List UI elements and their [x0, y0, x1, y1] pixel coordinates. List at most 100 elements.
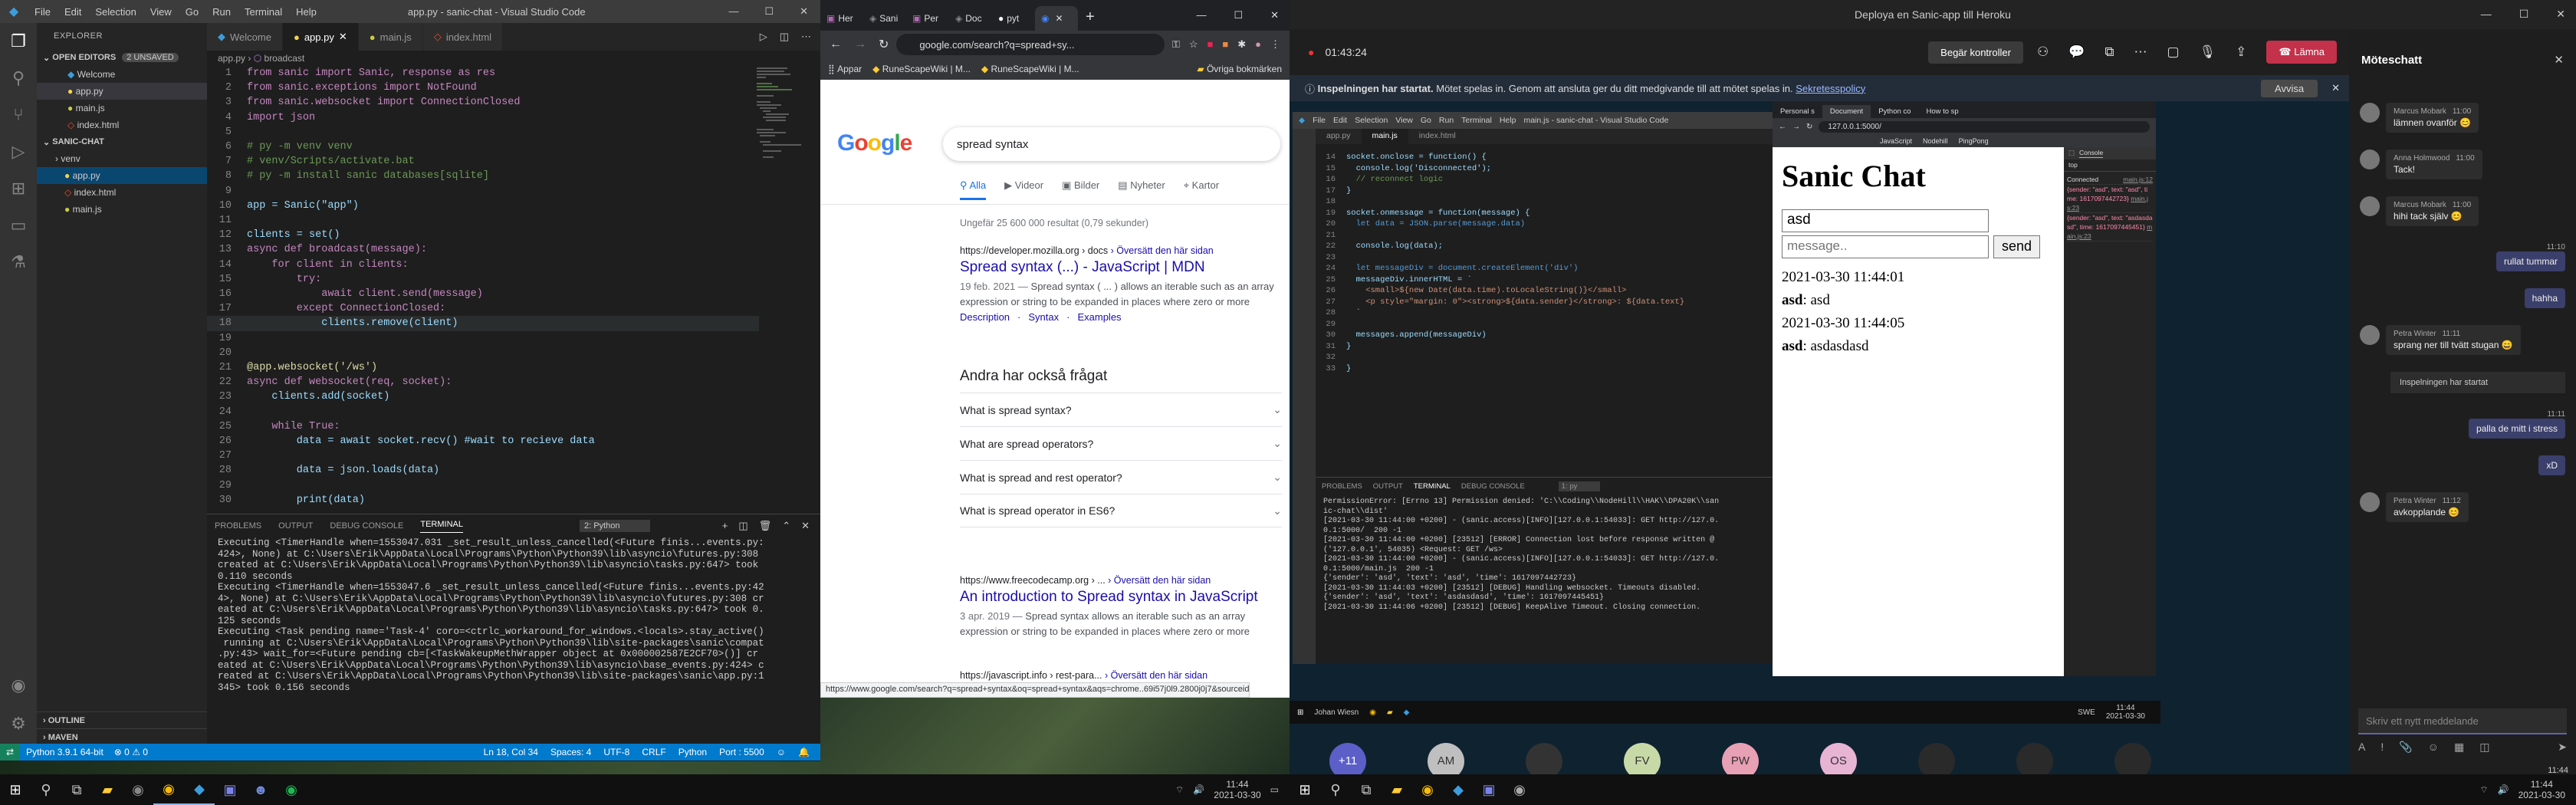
trash-icon[interactable]: 🗑 — [759, 520, 772, 532]
dismiss-button[interactable]: Avvisa — [2261, 79, 2318, 97]
new-tab-icon[interactable]: + — [1086, 8, 1095, 26]
chat-message[interactable]: 11:11 palla de mitt i stress — [2360, 410, 2565, 439]
open-editor-item[interactable]: ● app.py — [37, 83, 207, 100]
tree-item-file[interactable]: ● app.py — [37, 167, 207, 184]
menu-view[interactable]: View — [150, 6, 172, 18]
nav-news[interactable]: ▤ Nyheter — [1118, 179, 1165, 200]
network-icon[interactable]: ⌔ — [2479, 784, 2488, 796]
breakout-icon[interactable]: ⧉ — [2104, 44, 2114, 60]
menu-help[interactable]: Help — [296, 6, 317, 18]
extension-icon[interactable]: ■ — [1208, 38, 1214, 51]
back-icon[interactable]: ← — [830, 38, 842, 51]
forward-icon[interactable]: → — [1792, 123, 1800, 131]
teams-icon[interactable]: ▣ — [215, 774, 245, 805]
vscode-icon[interactable]: ◆ — [1443, 774, 1474, 805]
tab-index-html[interactable]: ◇ index.html — [422, 23, 504, 51]
browser-tab[interactable]: ● pyt — [992, 6, 1035, 31]
reload-icon[interactable]: ↻ — [1806, 123, 1812, 131]
folder-taskbar-icon[interactable]: ▰ — [1387, 708, 1393, 717]
menu-item[interactable]: Run — [1439, 116, 1454, 125]
settings-gear-icon[interactable]: ⚙ — [0, 705, 37, 742]
nav-videos[interactable]: ▶ Videor — [1004, 179, 1043, 200]
search-box[interactable]: spread syntax — [943, 127, 1280, 161]
menu-go[interactable]: Go — [186, 6, 199, 18]
bookmark-item[interactable]: Nodehill — [1923, 137, 1948, 145]
inner-tab[interactable]: app.py — [1316, 129, 1362, 144]
tab-app-py[interactable]: ● app.py ✕ — [282, 23, 359, 51]
file-explorer-icon[interactable]: ▰ — [92, 774, 123, 805]
volume-icon[interactable]: 🔊 — [1193, 784, 1204, 795]
tab-output[interactable]: OUTPUT — [278, 521, 313, 531]
nav-maps[interactable]: ⌖ Kartor — [1184, 179, 1219, 200]
run-icon[interactable]: ▷ — [760, 31, 767, 43]
bookmark-star-icon[interactable]: ☆ — [1189, 38, 1198, 51]
cursor-position[interactable]: Ln 18, Col 34 — [484, 747, 538, 757]
tab-terminal[interactable]: TERMINAL — [420, 520, 463, 533]
notification-icon[interactable]: ▭ — [1270, 784, 1279, 795]
terminal-select[interactable]: 1: py — [1558, 481, 1601, 491]
remote-indicator-icon[interactable]: ⇄ — [0, 744, 21, 761]
forward-icon[interactable]: → — [854, 38, 866, 51]
close-icon[interactable]: ✕ — [1270, 9, 1279, 21]
paa-question[interactable]: What are spread operators? ⌄ — [960, 426, 1282, 460]
browser-tab-active[interactable]: ◉ ✕ — [1035, 6, 1078, 31]
extension-icon[interactable]: ■ — [1222, 38, 1228, 51]
menu-item[interactable]: View — [1395, 116, 1413, 125]
inner-tab-active[interactable]: main.js — [1361, 129, 1408, 144]
encoding[interactable]: UTF-8 — [603, 747, 629, 757]
console-source[interactable]: main.js:12 — [2123, 175, 2153, 184]
indentation[interactable]: Spaces: 4 — [550, 747, 591, 757]
paa-question[interactable]: What is spread syntax? ⌄ — [960, 393, 1282, 426]
chat-message[interactable]: hahha — [2360, 288, 2565, 308]
problems-count[interactable]: ⊗ 0 ⚠ 0 — [114, 747, 148, 757]
panel-tab[interactable]: OUTPUT — [1373, 482, 1403, 491]
chrome-taskbar-icon[interactable]: ◉ — [1369, 708, 1376, 717]
menu-item[interactable]: Go — [1421, 116, 1431, 125]
spotify-icon[interactable]: ◉ — [276, 774, 307, 805]
close-icon[interactable]: ✕ — [2556, 8, 2565, 21]
inner-code-editor[interactable]: 14 socket.onclose = function() {15 consol… — [1316, 152, 1791, 458]
split-editor-icon[interactable]: ◫ — [780, 31, 789, 43]
remote-icon[interactable]: ▭ — [0, 207, 37, 244]
translate-link[interactable]: › Översätt den här sidan — [1105, 670, 1208, 681]
menu-item[interactable]: Selection — [1355, 116, 1388, 125]
extensions-puzzle-icon[interactable]: ✱ — [1237, 38, 1246, 51]
project-section[interactable]: ⌄ SANIC-CHAT — [37, 133, 207, 150]
share-screen-icon[interactable]: ⇪ — [2236, 44, 2246, 60]
translate-link[interactable]: › Översätt den här sidan — [1108, 575, 1211, 586]
tab-debug-console[interactable]: DEBUG CONSOLE — [330, 521, 403, 531]
feedback-icon[interactable]: ☺ — [777, 747, 786, 757]
chevron-up-icon[interactable]: ⌃ — [782, 520, 790, 532]
inner-tab[interactable]: index.html — [1408, 129, 1467, 144]
browser-tab[interactable]: ▣ Per — [906, 6, 949, 31]
browser-tab[interactable]: ◈ Sani — [863, 6, 906, 31]
devtools-context[interactable]: top — [2068, 161, 2078, 169]
address-bar[interactable]: google.com/search?q=spread+sy... — [896, 34, 1165, 55]
menu-edit[interactable]: Edit — [64, 6, 81, 18]
inner-terminal-output[interactable]: PermissionError: [Errno 13] Permission d… — [1316, 495, 1802, 656]
open-editor-item[interactable]: ◇ index.html — [37, 117, 207, 133]
windows-start-icon[interactable]: ⊞ — [1297, 708, 1303, 717]
language-mode[interactable]: Python — [678, 747, 707, 757]
result-title[interactable]: An introduction to Spread syntax in Java… — [960, 589, 1282, 606]
chat-message[interactable]: Anna Holmwood 11:00 Tack! — [2360, 150, 2565, 179]
translate-link[interactable]: › Översätt den här sidan — [1111, 245, 1214, 256]
close-tab-icon[interactable]: ✕ — [339, 31, 347, 43]
browser-tab[interactable]: ◈ Doc — [949, 6, 992, 31]
result-url[interactable]: https://javascript.info › rest-para... — [960, 670, 1102, 681]
inner-browser-tab-active[interactable]: Document — [1822, 105, 1871, 118]
run-debug-icon[interactable]: ▷ — [0, 133, 37, 170]
inspect-icon[interactable]: ⬚ — [2068, 149, 2075, 158]
tree-item-file[interactable]: ● main.js — [37, 201, 207, 218]
menu-item[interactable]: Edit — [1333, 116, 1347, 125]
inner-browser-tab[interactable]: Python co — [1871, 105, 1918, 118]
devtools-console-tab[interactable]: Console — [2079, 149, 2104, 158]
more-actions-icon[interactable]: ⋯ — [801, 31, 811, 43]
result-url[interactable]: https://www.freecodecamp.org › ... — [960, 575, 1106, 586]
open-editor-item[interactable]: ● main.js — [37, 100, 207, 117]
emoji-icon[interactable]: ☺ — [2428, 741, 2439, 754]
gif-icon[interactable]: ▦ — [2454, 741, 2464, 754]
name-input[interactable]: asd — [1782, 209, 1989, 232]
account-icon[interactable]: ◉ — [0, 667, 37, 704]
browser-tab[interactable]: ▣ Her — [820, 6, 863, 31]
